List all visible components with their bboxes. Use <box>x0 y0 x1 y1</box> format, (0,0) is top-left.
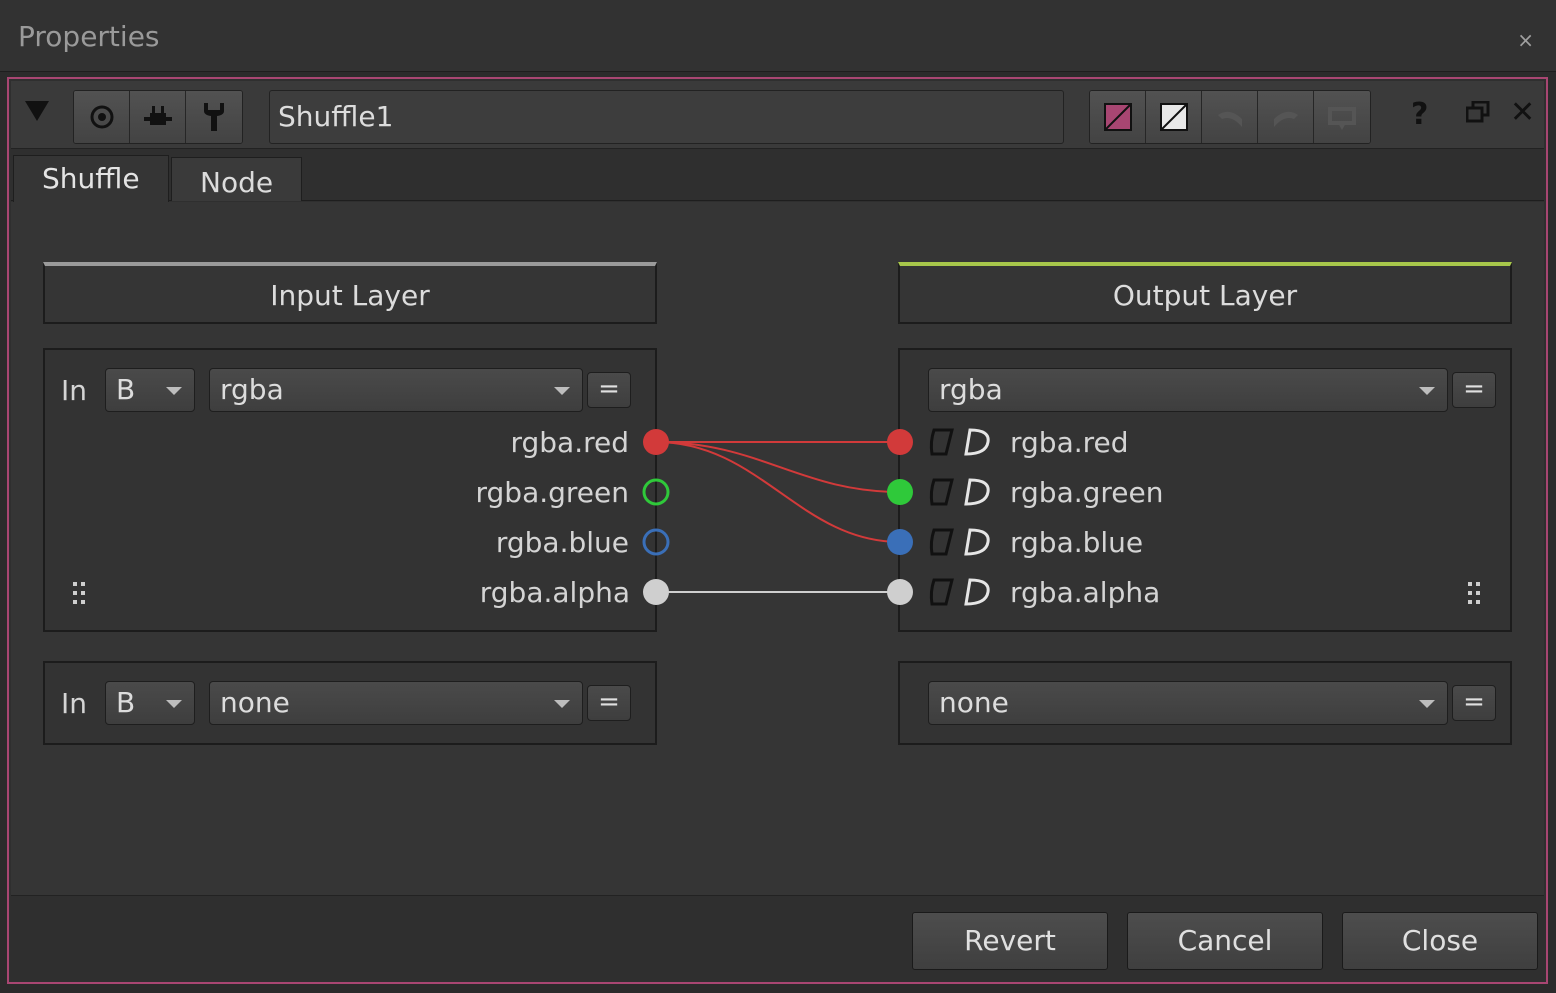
window-close-icon[interactable]: × <box>1517 28 1534 52</box>
output-layer-box: rgba = rgba.red rgba.green rgba.blue rgb… <box>898 348 1512 632</box>
dropdown-arrow-icon <box>1419 700 1435 708</box>
input-channel-red: rgba.red <box>510 426 629 459</box>
target-icon <box>90 105 113 129</box>
input-layer-select[interactable]: rgba <box>209 368 583 412</box>
input-channel-green: rgba.green <box>475 476 630 509</box>
tab-shuffle[interactable]: Shuffle <box>13 155 169 202</box>
close-panel-icon[interactable]: ✕ <box>1510 95 1535 130</box>
reset-icon <box>1328 107 1356 130</box>
float-panel-icon[interactable] <box>1466 101 1490 123</box>
node-tools-group <box>73 90 243 144</box>
output-layer-value: none <box>939 686 1009 719</box>
input-select[interactable]: B <box>105 368 195 412</box>
input-equal-button[interactable]: = <box>587 372 631 408</box>
output-channel-blue: rgba.blue <box>1010 526 1144 559</box>
tile-color-button[interactable] <box>1090 91 1146 143</box>
dropdown-arrow-icon <box>166 700 182 708</box>
panel-toolbar: Shuffle1 ? ✕ <box>11 81 1544 149</box>
undo-button[interactable] <box>1202 91 1258 143</box>
input-layer-box: In B rgba = rgba.red rgba.green rgba.blu… <box>43 348 657 632</box>
undo-icon <box>1217 111 1242 127</box>
close-button[interactable]: Close <box>1342 912 1538 970</box>
input-select-value: B <box>116 686 136 719</box>
tab-bar: Shuffle Node <box>11 155 1544 202</box>
output-channel-alpha: rgba.alpha <box>1010 576 1161 609</box>
dropdown-arrow-icon <box>554 700 570 708</box>
input-select-value: B <box>116 373 136 406</box>
output-equal-button-2[interactable]: = <box>1452 685 1496 721</box>
color-history-group <box>1089 90 1371 144</box>
input-layer-value: none <box>220 686 290 719</box>
input-equal-button-2[interactable]: = <box>587 685 631 721</box>
input-port-alpha[interactable] <box>643 579 669 605</box>
input-layer-select-2[interactable]: none <box>209 681 583 725</box>
cancel-button[interactable]: Cancel <box>1127 912 1323 970</box>
revert-defaults-button[interactable] <box>1314 91 1370 143</box>
properties-panel: Shuffle1 ? ✕ Shuffle Node Input Layer Ou… <box>7 77 1548 984</box>
output-layer-box-2: none = <box>898 661 1512 745</box>
output-layer-select-2[interactable]: none <box>928 681 1448 725</box>
help-icon[interactable]: ? <box>1411 97 1428 132</box>
input-channel-blue: rgba.blue <box>495 526 629 559</box>
collapse-triangle-icon[interactable] <box>25 101 49 121</box>
dropdown-arrow-icon <box>166 387 182 395</box>
view-node-button[interactable] <box>74 91 130 143</box>
output-port-blue[interactable] <box>887 529 913 555</box>
window-titlebar: Properties × <box>0 0 1556 72</box>
input-layer-box-2: In B none = <box>43 661 657 745</box>
input-layer-header: Input Layer <box>43 262 657 324</box>
output-equal-button[interactable]: = <box>1452 372 1496 408</box>
output-layer-header: Output Layer <box>898 262 1512 324</box>
output-channel-green: rgba.green <box>1010 476 1164 509</box>
node-settings-button[interactable] <box>186 91 242 143</box>
in-label: In <box>61 374 88 407</box>
output-port-red[interactable] <box>887 429 913 455</box>
tab-node[interactable]: Node <box>171 157 303 201</box>
input-port-red[interactable] <box>643 429 669 455</box>
input-channel-alpha: rgba.alpha <box>479 576 630 609</box>
in-label: In <box>61 687 88 720</box>
output-channel-red: rgba.red <box>1010 426 1129 459</box>
node-graph-button[interactable] <box>130 91 186 143</box>
window-title: Properties <box>18 20 160 53</box>
input-layer-value: rgba <box>220 373 284 406</box>
shuffle-content: Input Layer Output Layer In B rgba = rgb… <box>11 202 1544 896</box>
redo-icon <box>1273 111 1298 127</box>
font-color-icon <box>1159 103 1188 131</box>
dropdown-arrow-icon <box>554 387 570 395</box>
dropdown-arrow-icon <box>1419 387 1435 395</box>
output-port-green[interactable] <box>887 479 913 505</box>
font-color-button[interactable] <box>1146 91 1202 143</box>
revert-button[interactable]: Revert <box>912 912 1108 970</box>
wrench-icon <box>204 103 224 131</box>
output-layer-value: rgba <box>939 373 1003 406</box>
drag-grip-icon[interactable] <box>73 582 93 610</box>
tile-color-icon <box>1103 103 1132 131</box>
node-name-input[interactable]: Shuffle1 <box>269 90 1064 144</box>
output-layer-select[interactable]: rgba <box>928 368 1448 412</box>
bug-icon <box>143 106 172 125</box>
input-select-2[interactable]: B <box>105 681 195 725</box>
redo-button[interactable] <box>1258 91 1314 143</box>
output-port-alpha[interactable] <box>887 579 913 605</box>
drag-grip-icon[interactable] <box>1468 582 1488 610</box>
